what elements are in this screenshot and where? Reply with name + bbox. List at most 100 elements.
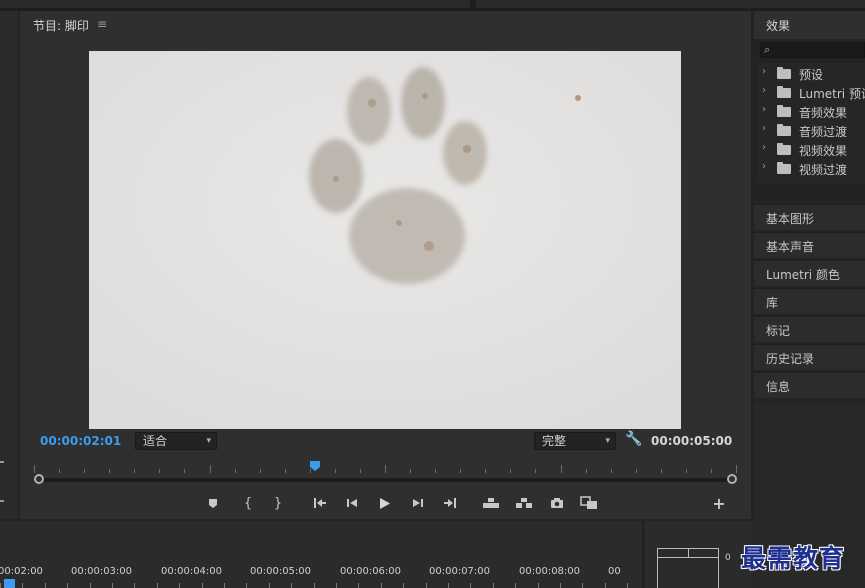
extract-button[interactable] bbox=[513, 493, 535, 513]
timeline-tick bbox=[448, 583, 449, 588]
ruler-tick bbox=[685, 469, 687, 473]
tree-item-label: 视频过渡 bbox=[799, 163, 848, 177]
settings-wrench-icon[interactable]: 🔧 bbox=[625, 431, 642, 447]
step-back-icon bbox=[347, 499, 357, 507]
tab-essential-sound[interactable]: 基本声音 bbox=[754, 232, 865, 258]
playback-resolution-value: 完整 bbox=[542, 434, 567, 448]
tree-item-audio-effects[interactable]: › 音频效果 bbox=[758, 103, 865, 121]
timeline-time-label: 00:00:07:00 bbox=[429, 566, 491, 577]
tree-item-lumetri-presets[interactable]: › Lumetri 预设 bbox=[758, 84, 865, 102]
effects-header: 效果 bbox=[754, 11, 865, 39]
tab-label: 库 bbox=[766, 296, 779, 310]
camera-icon bbox=[551, 498, 563, 508]
paw-print-image bbox=[89, 51, 681, 429]
tab-history[interactable]: 历史记录 bbox=[754, 344, 865, 370]
folder-icon bbox=[777, 67, 791, 79]
step-back-button[interactable] bbox=[343, 493, 361, 513]
tab-label: 信息 bbox=[766, 380, 791, 394]
program-monitor: 节目: 脚印 ≡ 00:00:02:01 适合 ▾ 完整 ▾ 🔧 00:00:0… bbox=[20, 11, 751, 519]
video-frame bbox=[89, 51, 681, 429]
ruler-tick bbox=[435, 469, 437, 473]
meter-zero-label: 0 bbox=[725, 553, 731, 563]
timeline-time-label: 00:02:00 bbox=[0, 566, 43, 577]
tab-essential-graphics[interactable]: 基本图形 bbox=[754, 204, 865, 230]
timeline-ruler[interactable] bbox=[0, 582, 642, 588]
ruler-tick bbox=[460, 469, 462, 473]
timeline-tick bbox=[380, 583, 382, 588]
timeline-time-label: 00:00:03:00 bbox=[71, 566, 133, 577]
scrub-out-handle[interactable] bbox=[727, 474, 737, 484]
fit-zoom-select[interactable]: 适合 ▾ bbox=[135, 432, 217, 450]
timeline-tick bbox=[537, 583, 539, 588]
go-to-out-button[interactable] bbox=[440, 493, 460, 513]
add-marker-button[interactable] bbox=[204, 493, 222, 513]
plus-icon: + bbox=[712, 493, 726, 513]
effects-title[interactable]: 效果 bbox=[766, 17, 790, 34]
mark-in-icon: { bbox=[243, 495, 253, 511]
mark-in-button[interactable]: { bbox=[240, 493, 256, 513]
monitor-title[interactable]: 节目: 脚印 bbox=[33, 17, 89, 34]
playhead-marker[interactable] bbox=[309, 460, 321, 472]
tree-item-label: 预设 bbox=[799, 68, 824, 82]
timeline-tick bbox=[492, 583, 494, 588]
chevron-right-icon: › bbox=[762, 104, 766, 115]
step-forward-button[interactable] bbox=[409, 493, 427, 513]
ruler-tick bbox=[109, 469, 111, 473]
tab-label: 标记 bbox=[766, 324, 791, 338]
scrub-in-handle[interactable] bbox=[34, 474, 44, 484]
timeline-time-labels: 00:02:00 00:00:03:00 00:00:04:00 00:00:0… bbox=[0, 566, 642, 580]
tree-item-audio-transitions[interactable]: › 音频过渡 bbox=[758, 122, 865, 140]
meter-divider bbox=[688, 549, 689, 557]
lift-button[interactable] bbox=[480, 493, 502, 513]
export-frame-button[interactable] bbox=[547, 493, 567, 513]
tab-libraries[interactable]: 库 bbox=[754, 288, 865, 314]
folder-icon bbox=[777, 162, 791, 174]
monitor-menu-icon[interactable]: ≡ bbox=[97, 17, 107, 31]
chevron-right-icon: › bbox=[762, 142, 766, 153]
scrub-bar[interactable] bbox=[40, 478, 732, 482]
effects-search-input[interactable]: ⌕ bbox=[760, 42, 865, 58]
go-to-in-button[interactable] bbox=[310, 493, 330, 513]
timeline-playhead[interactable] bbox=[4, 579, 15, 588]
timeline-tick bbox=[358, 583, 360, 588]
ruler-tick bbox=[560, 465, 562, 473]
timeline-time-label: 00:00:06:00 bbox=[340, 566, 402, 577]
tab-lumetri-color[interactable]: Lumetri 颜色 bbox=[754, 260, 865, 286]
timeline-tick bbox=[67, 583, 69, 588]
ruler-tick bbox=[359, 469, 361, 473]
ruler-tick bbox=[259, 469, 261, 473]
ruler-tick bbox=[234, 469, 236, 473]
top-bar-segment-left bbox=[0, 0, 470, 8]
mark-out-icon: } bbox=[273, 495, 283, 511]
ruler-tick bbox=[410, 469, 412, 473]
tab-markers[interactable]: 标记 bbox=[754, 316, 865, 342]
compare-view-button[interactable] bbox=[578, 493, 600, 513]
fit-zoom-value: 适合 bbox=[143, 434, 168, 448]
watermark-logo: 最需教育 bbox=[741, 544, 846, 573]
play-button[interactable] bbox=[375, 493, 395, 513]
timeline-tick bbox=[44, 583, 46, 588]
tree-item-presets[interactable]: › 预设 bbox=[758, 65, 865, 83]
time-ruler[interactable] bbox=[34, 461, 737, 477]
mark-out-button[interactable]: } bbox=[270, 493, 286, 513]
tree-item-video-transitions[interactable]: › 视频过渡 bbox=[758, 160, 865, 178]
chevron-down-icon: ▾ bbox=[206, 436, 211, 446]
tree-item-video-effects[interactable]: › 视频效果 bbox=[758, 141, 865, 159]
go-to-out-icon bbox=[444, 498, 456, 508]
top-bar-segment-right bbox=[476, 0, 865, 8]
ruler-tick bbox=[184, 469, 186, 473]
tree-item-label: 视频效果 bbox=[799, 144, 848, 158]
tree-item-label: 音频效果 bbox=[799, 106, 848, 120]
playback-resolution-select[interactable]: 完整 ▾ bbox=[534, 432, 616, 450]
ruler-tick bbox=[635, 469, 637, 473]
audio-meter bbox=[657, 548, 719, 588]
ruler-tick bbox=[209, 465, 211, 473]
ruler-tick bbox=[34, 465, 35, 473]
current-timecode[interactable]: 00:00:02:01 bbox=[40, 434, 121, 448]
tab-label: 历史记录 bbox=[766, 352, 815, 366]
button-editor-button[interactable]: + bbox=[710, 493, 728, 513]
tab-label: 基本图形 bbox=[766, 212, 815, 226]
tab-info[interactable]: 信息 bbox=[754, 372, 865, 398]
ruler-tick bbox=[510, 469, 512, 473]
folder-icon bbox=[777, 124, 791, 136]
